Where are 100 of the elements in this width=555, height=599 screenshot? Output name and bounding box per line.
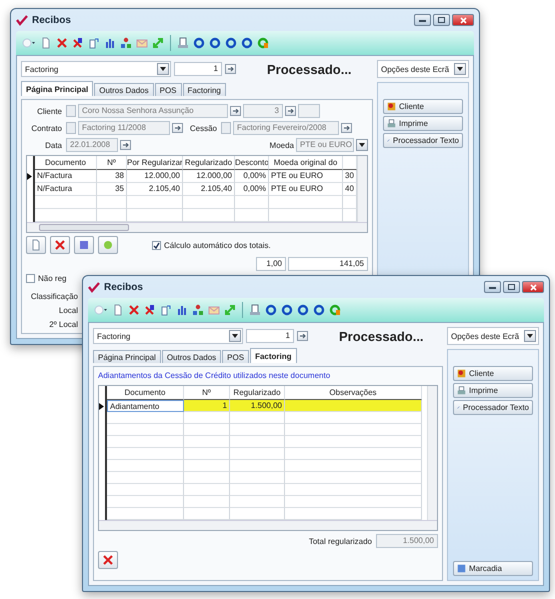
- cross-figure-icon[interactable]: [144, 304, 156, 316]
- lookup-button[interactable]: [225, 64, 236, 74]
- people-icon[interactable]: [120, 37, 132, 49]
- side-button[interactable]: Imprime: [383, 116, 463, 131]
- lookup-button[interactable]: [297, 331, 308, 341]
- close-icon: [530, 284, 536, 290]
- client-number-field[interactable]: 3: [243, 104, 283, 118]
- table-cell: N/Factura: [35, 170, 97, 183]
- rate-field[interactable]: 1,00: [256, 257, 286, 271]
- close-button[interactable]: [522, 281, 544, 293]
- circle-icon[interactable]: [313, 304, 325, 316]
- tab[interactable]: Página Principal: [93, 350, 161, 363]
- table-cell: [230, 484, 285, 496]
- dropdown-button[interactable]: [454, 63, 466, 75]
- edit-button[interactable]: [74, 236, 94, 254]
- lookup-button[interactable]: [230, 106, 241, 116]
- currency-field[interactable]: PTE ou EURO: [296, 138, 354, 152]
- minimize-button[interactable]: [484, 281, 501, 293]
- person-card-icon: [457, 369, 466, 378]
- tab[interactable]: Outros Dados: [162, 350, 222, 363]
- refresh-icon[interactable]: [257, 37, 269, 49]
- page-arrow-icon[interactable]: [160, 304, 172, 316]
- lookup-button[interactable]: [172, 123, 183, 133]
- dropdown-button[interactable]: [157, 63, 169, 75]
- table-cell: 35: [97, 183, 127, 196]
- dropdown-button[interactable]: [229, 330, 241, 342]
- maximize-button[interactable]: [433, 14, 450, 26]
- document-icon: [30, 239, 42, 251]
- options-dropdown[interactable]: Opções deste Ecrã: [377, 60, 469, 78]
- dropdown-button[interactable]: [356, 139, 368, 151]
- circle-icon[interactable]: [297, 304, 309, 316]
- assignment-field[interactable]: Factoring Fevereiro/2008: [233, 121, 339, 135]
- document-preview-icon[interactable]: [177, 37, 189, 49]
- delete-icon[interactable]: [56, 37, 68, 49]
- new-button[interactable]: [26, 236, 46, 254]
- people-icon[interactable]: [192, 304, 204, 316]
- table-cell: PTE ou EURO: [269, 170, 343, 183]
- number-field[interactable]: 1: [246, 329, 294, 343]
- document-type-dropdown[interactable]: Factoring: [21, 61, 171, 77]
- bar-chart-icon[interactable]: [176, 304, 188, 316]
- lookup-button[interactable]: [341, 123, 352, 133]
- table-cell: PTE ou EURO: [269, 183, 343, 196]
- document-icon[interactable]: [112, 304, 124, 316]
- field-button[interactable]: [66, 122, 76, 134]
- circle-icon[interactable]: [209, 37, 221, 49]
- document-type-dropdown[interactable]: Factoring: [93, 328, 243, 344]
- document-preview-icon[interactable]: [249, 304, 261, 316]
- lookup-button[interactable]: [120, 140, 131, 150]
- section-title: Adiantamentos da Cessão de Crédito utilizados neste documento: [98, 371, 332, 382]
- date-field[interactable]: 22.01.2008: [66, 138, 118, 152]
- field-button[interactable]: [221, 122, 231, 134]
- lookup-button[interactable]: [285, 106, 296, 116]
- close-button[interactable]: [452, 14, 474, 26]
- circle-icon[interactable]: [265, 304, 277, 316]
- checkbox-label: Não reg: [38, 274, 66, 283]
- delete-icon[interactable]: [128, 304, 140, 316]
- circle-icon[interactable]: [281, 304, 293, 316]
- refresh-icon[interactable]: [329, 304, 341, 316]
- client-field[interactable]: Coro Nossa Senhora Assunção: [78, 104, 228, 118]
- document-icon[interactable]: [40, 37, 52, 49]
- circle-icon[interactable]: [225, 37, 237, 49]
- side-button[interactable]: Cliente: [383, 99, 463, 114]
- tab[interactable]: Factoring: [250, 348, 297, 363]
- number-field[interactable]: 1: [174, 62, 222, 76]
- circle-icon[interactable]: [193, 37, 205, 49]
- checkbox[interactable]: [26, 274, 35, 283]
- side-button[interactable]: Imprime: [453, 383, 533, 398]
- table-cell: 1.500,00: [230, 400, 285, 412]
- circle-icon[interactable]: [241, 37, 253, 49]
- delete-button[interactable]: [98, 551, 118, 569]
- maximize-button[interactable]: [503, 281, 520, 293]
- input-field[interactable]: [298, 104, 320, 118]
- side-button[interactable]: Processador Texto: [383, 133, 463, 148]
- column-header: Regularizado: [183, 156, 235, 170]
- minimize-button[interactable]: [414, 14, 431, 26]
- table-cell: [127, 196, 183, 209]
- printer-icon: [387, 119, 396, 128]
- options-dropdown[interactable]: Opções deste Ecrã: [447, 327, 539, 345]
- table-cell: [230, 460, 285, 472]
- tab[interactable]: Outros Dados: [94, 83, 154, 96]
- tab[interactable]: POS: [154, 83, 182, 96]
- cross-figure-icon[interactable]: [72, 37, 84, 49]
- total-field[interactable]: 141,05: [288, 257, 368, 271]
- dropdown-button[interactable]: [524, 330, 536, 342]
- field-label: Classificação: [30, 292, 79, 301]
- total-field[interactable]: 1.500,00: [376, 534, 438, 548]
- tab[interactable]: POS: [222, 350, 250, 363]
- side-button[interactable]: Processador Texto: [453, 400, 533, 415]
- caret-icon: [160, 67, 166, 71]
- field-button[interactable]: [66, 105, 76, 117]
- contract-field[interactable]: Factoring 11/2008: [78, 121, 170, 135]
- arrow-icon: [300, 334, 306, 338]
- checkbox[interactable]: [152, 240, 161, 250]
- delete-button[interactable]: [50, 236, 70, 254]
- side-button[interactable]: Cliente: [453, 366, 533, 381]
- bar-chart-icon[interactable]: [104, 37, 116, 49]
- page-arrow-icon[interactable]: [88, 37, 100, 49]
- side-button[interactable]: Marcadia: [453, 561, 533, 576]
- tab[interactable]: Página Principal: [21, 81, 94, 96]
- tab[interactable]: Factoring: [182, 83, 226, 96]
